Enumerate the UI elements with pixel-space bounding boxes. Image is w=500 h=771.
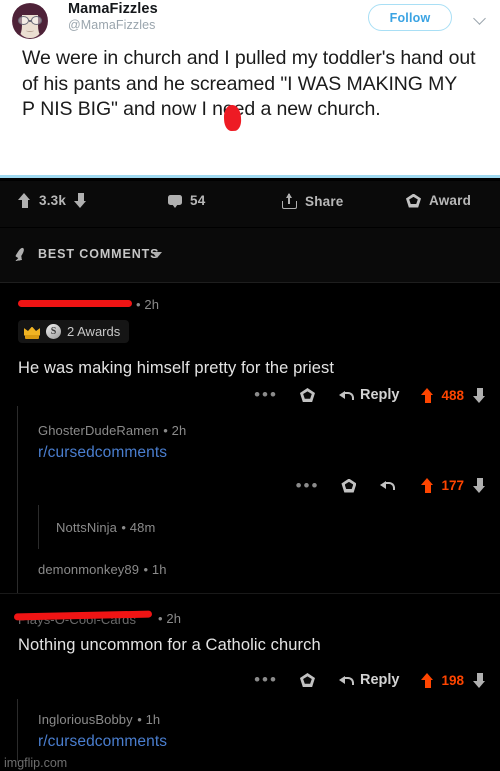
comment-thread-2: GhosterDudeRamen • 2h r/cursedcomments •…	[0, 406, 500, 503]
comment-2-author[interactable]: GhosterDudeRamen	[38, 423, 159, 438]
avatar-glasses-left	[18, 16, 29, 25]
tweet-display-name[interactable]: MamaFizzles	[68, 1, 158, 17]
awards-count-label: 2 Awards	[67, 324, 121, 339]
tweet-author-names: MamaFizzles @MamaFizzles	[68, 1, 158, 32]
more-options-icon[interactable]: •••	[296, 477, 320, 494]
tweet-handle[interactable]: @MamaFizzles	[68, 18, 158, 32]
comment-thread-5: Plays-O-Cool-Cards • 2h Nothing uncommon…	[0, 594, 500, 699]
award-button[interactable]: Award	[406, 193, 471, 208]
more-options-icon[interactable]: •••	[254, 671, 278, 688]
comment-3-meta: NottsNinja • 48m	[56, 519, 155, 537]
downvote-arrow-icon[interactable]	[74, 193, 87, 208]
redaction-scribble	[18, 300, 132, 307]
comment-2-actions: ••• 177	[296, 477, 486, 494]
award-pentagon-icon[interactable]	[300, 673, 315, 687]
chevron-down-icon[interactable]	[475, 14, 486, 25]
comment-thread-6: IngloriousBobby • 1h r/cursedcomments	[0, 699, 500, 762]
comment-1-body: He was making himself pretty for the pri…	[18, 359, 335, 377]
avatar-glasses-bridge	[29, 20, 32, 22]
upvote-arrow-icon[interactable]	[421, 387, 434, 403]
comment-2-score: 177	[441, 478, 464, 493]
downvote-arrow-icon[interactable]	[473, 672, 486, 688]
comment-1-score: 488	[441, 387, 464, 403]
rocket-icon	[13, 245, 32, 264]
award-pentagon-icon[interactable]	[300, 388, 315, 402]
caret-down-icon[interactable]	[152, 252, 162, 258]
reply-arrow-icon[interactable]	[380, 479, 396, 492]
comment-6-author[interactable]: IngloriousBobby	[38, 712, 133, 727]
tweet-header: MamaFizzles @MamaFizzles Follow	[0, 0, 500, 42]
share-label: Share	[305, 193, 344, 209]
comment-3-author[interactable]: NottsNinja	[56, 520, 117, 535]
reply-label[interactable]: Reply	[360, 387, 400, 403]
tweet-card: MamaFizzles @MamaFizzles Follow We were …	[0, 0, 500, 178]
comments-list: redacted • 2h S 2 Awards He was making h…	[0, 283, 500, 762]
censor-blob-red	[223, 104, 242, 132]
award-pentagon-icon[interactable]	[341, 479, 356, 493]
comment-thread-1: redacted • 2h S 2 Awards He was making h…	[0, 283, 500, 406]
comment-2-subreddit-link[interactable]: r/cursedcomments	[38, 444, 167, 462]
vote-group: 3.3k	[18, 193, 87, 208]
silver-award-icon: S	[46, 324, 61, 339]
thread-line-level-2[interactable]	[38, 505, 39, 549]
comments-button[interactable]: 54	[168, 193, 205, 208]
comment-6-meta: IngloriousBobby • 1h	[38, 711, 160, 729]
post-score: 3.3k	[39, 193, 67, 208]
meme-screenshot: MamaFizzles @MamaFizzles Follow We were …	[0, 0, 500, 771]
thread-line-level-1[interactable]	[17, 503, 18, 551]
avatar[interactable]	[12, 3, 48, 39]
comment-5-actions: ••• Reply 198	[254, 671, 486, 688]
comment-sort-row[interactable]: BEST COMMENTS	[0, 228, 500, 282]
share-button[interactable]: Share	[282, 193, 344, 209]
comment-6-subreddit-link[interactable]: r/cursedcomments	[38, 733, 167, 751]
follow-button[interactable]: Follow	[368, 4, 452, 31]
comment-3-time: • 48m	[121, 520, 156, 535]
comment-2-meta: GhosterDudeRamen • 2h	[38, 422, 186, 440]
watermark: imgflip.com	[4, 756, 68, 770]
share-icon	[282, 193, 297, 209]
avatar-mouth	[26, 29, 34, 32]
upvote-arrow-icon[interactable]	[421, 672, 434, 688]
downvote-arrow-icon[interactable]	[473, 478, 486, 493]
comment-4-time: • 1h	[143, 562, 167, 577]
comment-1-meta: redacted • 2h	[18, 297, 159, 315]
upvote-arrow-icon[interactable]	[421, 478, 434, 493]
thread-line-level-1[interactable]	[17, 406, 18, 503]
reply-arrow-icon[interactable]	[338, 674, 354, 687]
comment-1-time: • 2h	[136, 297, 160, 312]
upvote-arrow-icon[interactable]	[18, 193, 31, 208]
comment-5-body: Nothing uncommon for a Catholic church	[18, 636, 321, 654]
comment-2-time: • 2h	[163, 423, 187, 438]
tweet-text: We were in church and I pulled my toddle…	[22, 47, 476, 120]
comment-thread-3: NottsNinja • 48m	[0, 503, 500, 551]
comment-6-time: • 1h	[137, 712, 161, 727]
thread-line-level-1[interactable]	[17, 551, 18, 593]
post-action-bar: 3.3k 54 Share Award	[0, 181, 500, 227]
thread-line-level-1[interactable]	[17, 699, 18, 762]
comment-4-author[interactable]: demonmonkey89	[38, 562, 139, 577]
downvote-arrow-icon[interactable]	[473, 387, 486, 403]
comments-count: 54	[190, 193, 206, 208]
comment-bubble-icon	[168, 194, 182, 208]
comment-thread-4: demonmonkey89 • 1h	[0, 551, 500, 593]
comment-5-score: 198	[441, 672, 464, 688]
comment-5-time: • 2h	[158, 611, 182, 626]
comment-5-meta: Plays-O-Cool-Cards • 2h	[13, 610, 181, 629]
reply-arrow-icon[interactable]	[338, 389, 354, 402]
award-pentagon-icon	[406, 194, 421, 208]
award-label: Award	[429, 193, 472, 208]
comment-1-actions: ••• Reply 488	[254, 386, 486, 403]
comment-4-meta: demonmonkey89 • 1h	[38, 561, 167, 579]
comment-sort-label: BEST COMMENTS	[38, 247, 160, 261]
more-options-icon[interactable]: •••	[254, 386, 278, 403]
comment-1-awards[interactable]: S 2 Awards	[18, 320, 130, 344]
gold-crown-award-icon	[24, 325, 40, 339]
avatar-glasses-right	[31, 16, 42, 25]
reply-label[interactable]: Reply	[360, 672, 400, 688]
